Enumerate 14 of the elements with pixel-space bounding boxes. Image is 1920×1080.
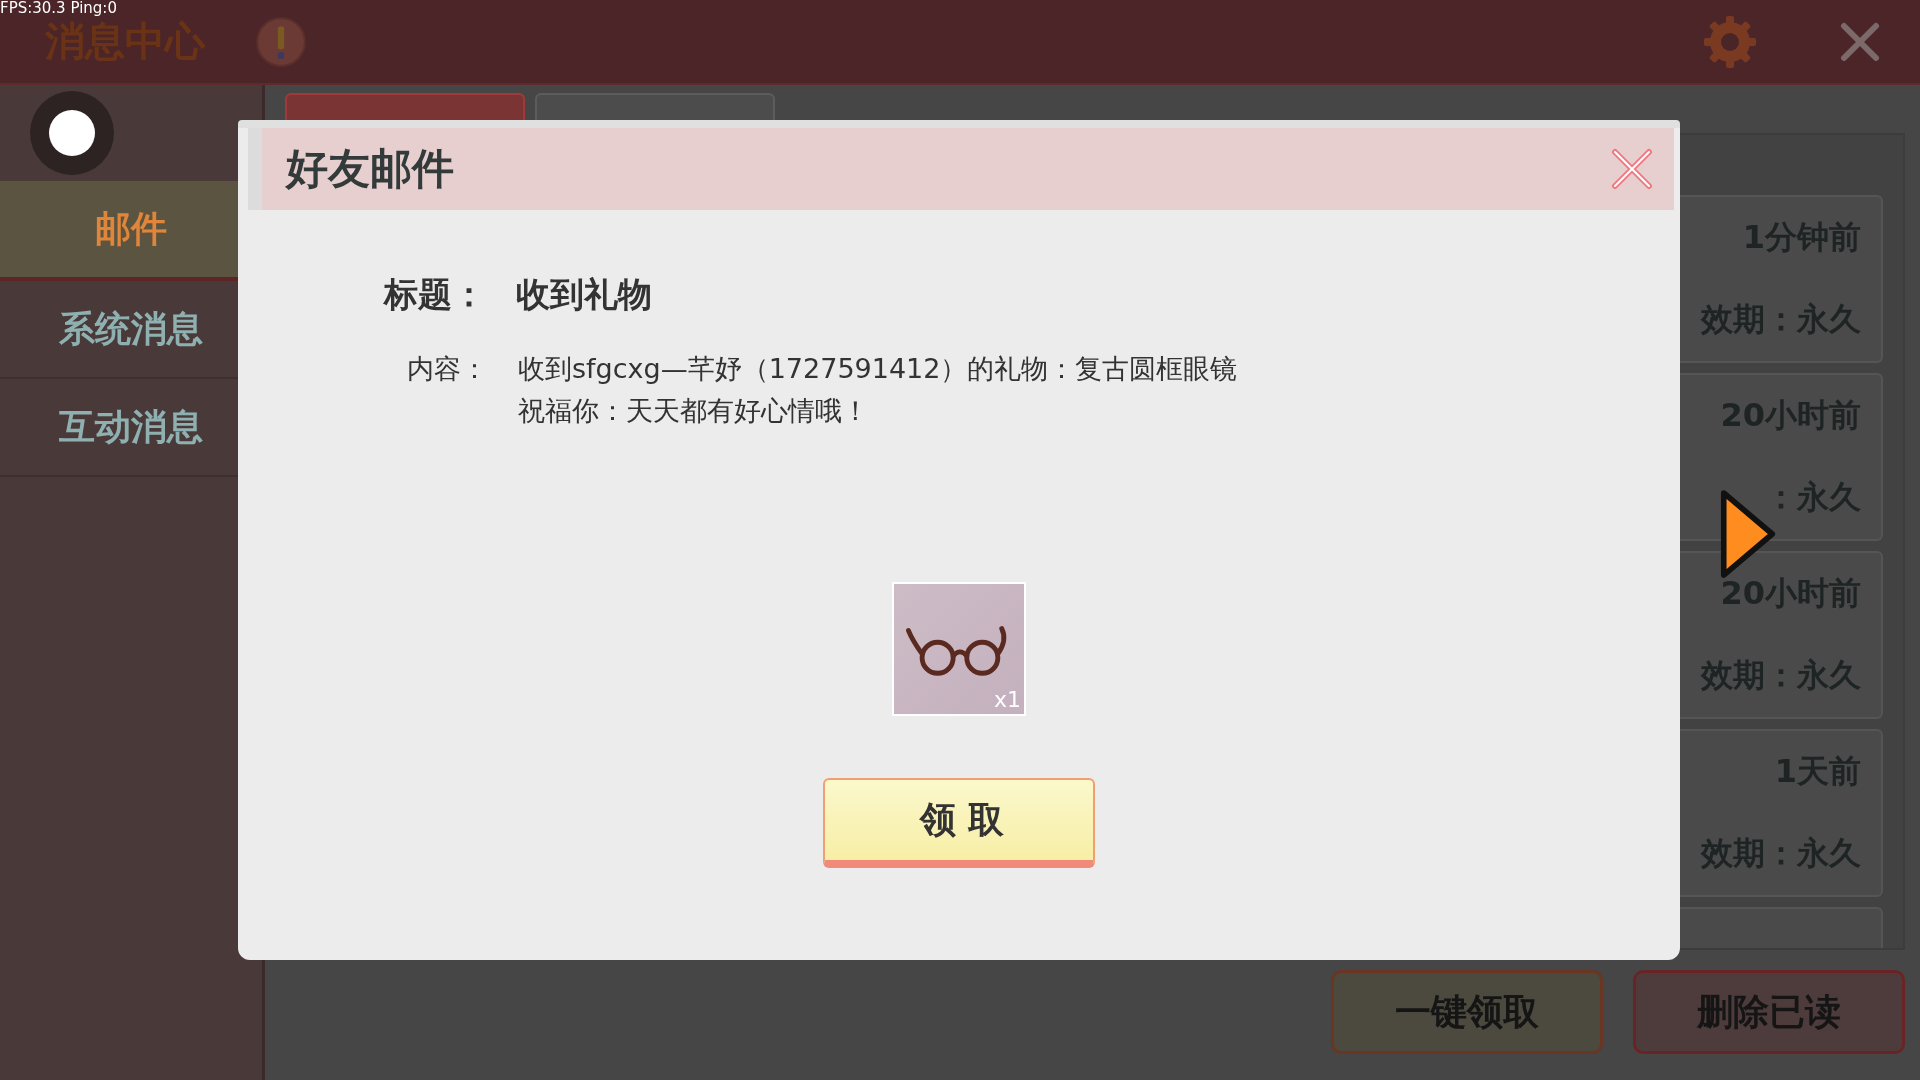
fps-counter: FPS:30.3 Ping:0: [0, 0, 117, 16]
close-icon[interactable]: [1610, 147, 1654, 191]
delete-read-button[interactable]: 删除已读: [1633, 970, 1905, 1054]
gift-item-slot[interactable]: x1: [892, 582, 1026, 716]
subject-label: 标题：: [382, 273, 486, 316]
content-label: 内容：: [406, 352, 488, 386]
claim-button[interactable]: 领取: [823, 778, 1095, 868]
item-count: x1: [993, 687, 1021, 712]
record-icon[interactable]: [30, 91, 114, 175]
subject-text: 收到礼物: [516, 273, 652, 316]
dialog-title: 好友邮件: [286, 143, 454, 195]
close-icon[interactable]: [1840, 21, 1880, 62]
content-text: 收到sfgcxg—芊妤（1727591412）的礼物：复古圆框眼镜: [518, 352, 1238, 386]
content-text: 祝福你：天天都有好心情哦！: [518, 394, 870, 428]
